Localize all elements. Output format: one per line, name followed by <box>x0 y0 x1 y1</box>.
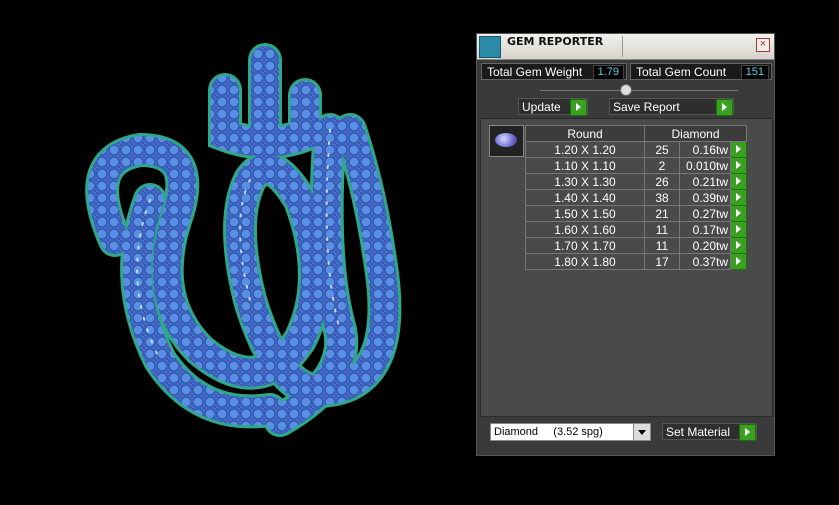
save-report-label: Save Report <box>613 100 680 114</box>
update-label: Update <box>522 100 561 114</box>
round-gem-icon[interactable] <box>489 125 524 157</box>
gem-size: 1.50 X 1.50 <box>525 205 645 222</box>
total-gem-weight-label: Total Gem Weight <box>487 65 583 79</box>
table-row: 1.10 X 1.10 2 0.010tw <box>525 157 747 174</box>
gem-count: 21 <box>644 205 680 222</box>
splitter-handle[interactable] <box>620 84 632 96</box>
gem-count: 17 <box>644 253 680 270</box>
update-button[interactable]: Update <box>518 98 588 116</box>
table-row: 1.70 X 1.70 11 0.20tw <box>525 237 747 254</box>
play-arrow-icon <box>731 190 746 205</box>
gem-size: 1.30 X 1.30 <box>525 173 645 190</box>
total-gem-count-value: 151 <box>740 65 769 80</box>
gem-table: Round Diamond 1.20 X 1.20 25 0.16tw 1.10… <box>525 125 747 270</box>
gem-count: 38 <box>644 189 680 206</box>
pendant-model <box>85 43 402 437</box>
play-arrow-icon <box>716 99 733 116</box>
table-row: 1.30 X 1.30 26 0.21tw <box>525 173 747 190</box>
row-select-arrow-icon[interactable] <box>730 205 747 222</box>
gem-size: 1.40 X 1.40 <box>525 189 645 206</box>
pendant-viewport[interactable] <box>0 0 470 505</box>
row-select-arrow-icon[interactable] <box>730 141 747 158</box>
panel-splitter <box>540 90 738 91</box>
column-header-material: Diamond <box>644 125 747 142</box>
total-gem-count-label: Total Gem Count <box>636 65 727 79</box>
table-row: 1.60 X 1.60 11 0.17tw <box>525 221 747 238</box>
play-arrow-icon <box>739 424 756 441</box>
gem-table-area: Round Diamond 1.20 X 1.20 25 0.16tw 1.10… <box>480 118 773 417</box>
total-gem-count: Total Gem Count 151 <box>630 63 772 80</box>
row-select-arrow-icon[interactable] <box>730 253 747 270</box>
row-select-arrow-icon[interactable] <box>730 221 747 238</box>
gem-count: 11 <box>644 221 680 238</box>
panel-title: GEM REPORTER <box>507 35 604 48</box>
gem-size: 1.60 X 1.60 <box>525 221 645 238</box>
table-row: 1.50 X 1.50 21 0.27tw <box>525 205 747 222</box>
gem-reporter-icon <box>479 36 501 58</box>
play-arrow-icon <box>731 174 746 189</box>
title-divider <box>622 36 623 57</box>
play-arrow-icon <box>570 99 587 116</box>
table-row: 1.80 X 1.80 17 0.37tw <box>525 253 747 270</box>
material-select-value: Diamond (3.52 spg) <box>494 426 603 438</box>
column-header-shape: Round <box>525 125 645 142</box>
gem-weight: 0.16tw <box>679 141 731 158</box>
play-arrow-icon <box>731 254 746 269</box>
save-report-button[interactable]: Save Report <box>609 98 734 116</box>
gem-count: 26 <box>644 173 680 190</box>
row-select-arrow-icon[interactable] <box>730 173 747 190</box>
gem-size: 1.20 X 1.20 <box>525 141 645 158</box>
set-material-button[interactable]: Set Material <box>662 423 757 441</box>
play-arrow-icon <box>731 142 746 157</box>
material-select[interactable]: Diamond (3.52 spg) <box>490 423 651 441</box>
close-button[interactable]: × <box>756 38 770 52</box>
total-gem-weight: Total Gem Weight 1.79 <box>481 63 627 80</box>
set-material-label: Set Material <box>666 425 731 439</box>
gem-weight: 0.21tw <box>679 173 731 190</box>
gem-weight: 0.39tw <box>679 189 731 206</box>
play-arrow-icon <box>731 238 746 253</box>
gem-count: 11 <box>644 237 680 254</box>
gem-weight: 0.17tw <box>679 221 731 238</box>
play-arrow-icon <box>731 206 746 221</box>
gem-weight: 0.010tw <box>679 157 731 174</box>
play-arrow-icon <box>731 158 746 173</box>
gem-weight: 0.27tw <box>679 205 731 222</box>
title-bar[interactable]: GEM REPORTER × <box>477 34 774 60</box>
row-select-arrow-icon[interactable] <box>730 157 747 174</box>
chevron-down-icon[interactable] <box>633 424 650 440</box>
play-arrow-icon <box>731 222 746 237</box>
table-row: 1.40 X 1.40 38 0.39tw <box>525 189 747 206</box>
gem-weight: 0.37tw <box>679 253 731 270</box>
table-row: 1.20 X 1.20 25 0.16tw <box>525 141 747 158</box>
gem-count: 25 <box>644 141 680 158</box>
gem-size: 1.10 X 1.10 <box>525 157 645 174</box>
gem-size: 1.70 X 1.70 <box>525 237 645 254</box>
gem-size: 1.80 X 1.80 <box>525 253 645 270</box>
row-select-arrow-icon[interactable] <box>730 237 747 254</box>
gem-weight: 0.20tw <box>679 237 731 254</box>
gem-reporter-panel: GEM REPORTER × Total Gem Weight 1.79 Tot… <box>476 33 775 456</box>
total-gem-weight-value: 1.79 <box>592 65 624 80</box>
gem-count: 2 <box>644 157 680 174</box>
row-select-arrow-icon[interactable] <box>730 189 747 206</box>
